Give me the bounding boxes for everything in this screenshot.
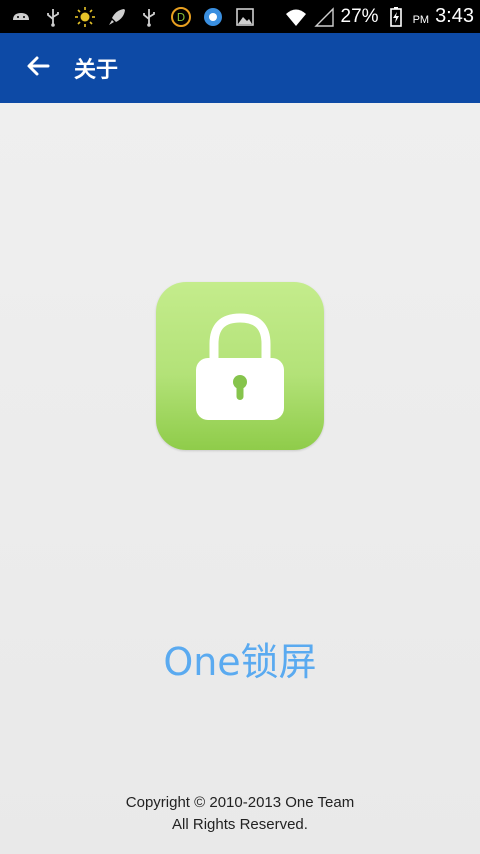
clock: 3:43 [435,5,474,27]
padlock-icon [156,282,324,450]
back-button[interactable] [8,33,68,103]
rocket-icon [106,6,128,28]
signal-icon [313,6,335,28]
usb-icon [138,6,160,28]
action-bar: 关于 [0,33,480,103]
app-name: One锁屏 [163,640,317,684]
q-app-icon [202,6,224,28]
svg-text:D: D [177,11,185,24]
battery-percent: 27% [340,5,379,27]
page-title: 关于 [74,58,119,83]
notification-icons: D [10,6,256,28]
rights-line: All Rights Reserved. [172,816,308,833]
copyright-line: Copyright © 2010-2013 One Team [125,794,355,811]
arrow-left-icon [24,52,52,84]
image-icon [234,6,256,28]
time-ampm: PM [412,13,430,26]
usb-icon [42,6,64,28]
brightness-icon [74,6,96,28]
android-icon [10,6,32,28]
system-status: 27% PM 3:43 [285,5,474,28]
d-app-icon: D [170,6,192,28]
wifi-icon [285,6,307,28]
battery-charging-icon [385,6,407,28]
status-bar: D 27% PM 3:43 [0,0,480,33]
copyright-text: Copyright © 2010-2013 One Team All Right… [0,792,480,836]
about-content: One锁屏 Copyright © 2010-2013 One Team All… [0,103,480,854]
